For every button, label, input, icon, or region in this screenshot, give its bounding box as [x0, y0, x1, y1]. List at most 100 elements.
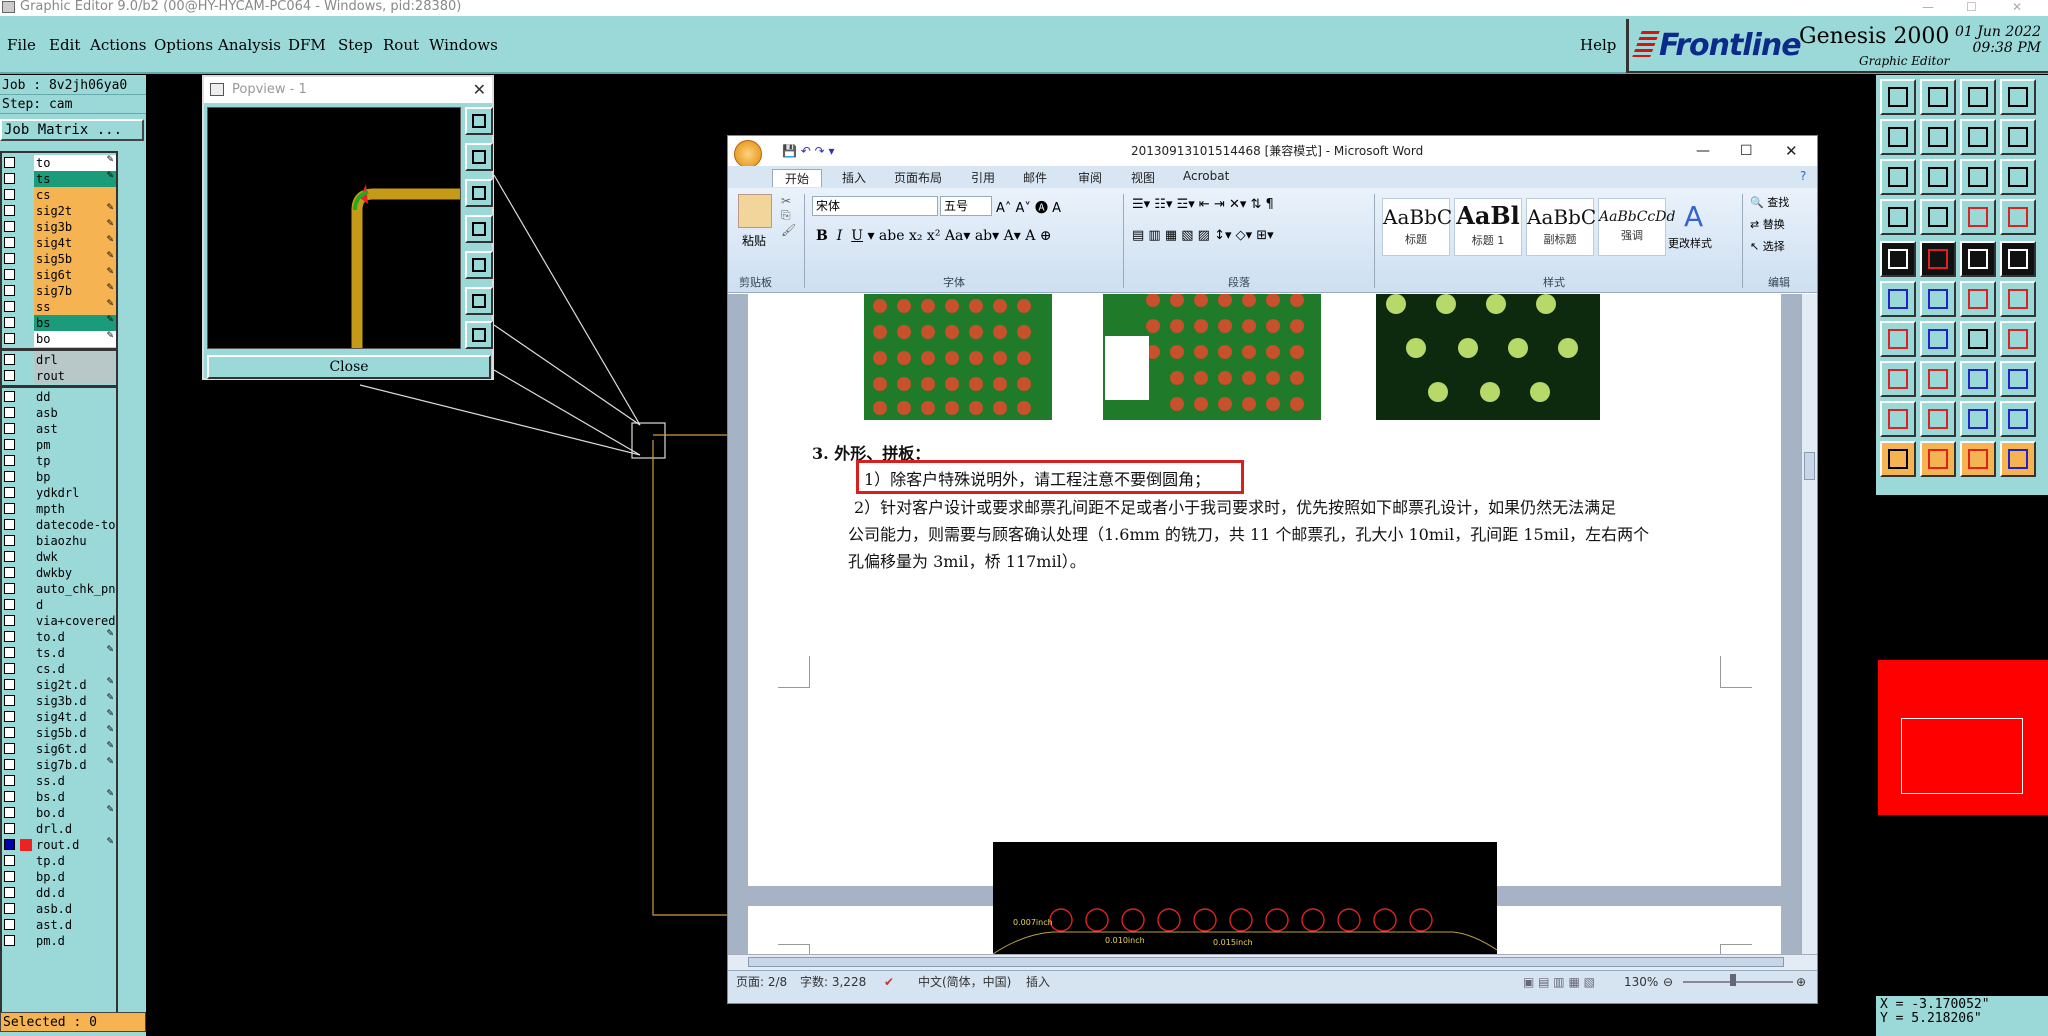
tool-35[interactable] [1960, 401, 1996, 437]
tool-12[interactable] [2000, 159, 2036, 195]
zoom-level[interactable]: 130% [1624, 971, 1658, 993]
tool-2[interactable] [1920, 79, 1956, 115]
tool-21[interactable] [1880, 281, 1916, 317]
tool-29[interactable] [1880, 361, 1916, 397]
tool-22[interactable] [1920, 281, 1956, 317]
tab-insert[interactable]: 插入 [842, 169, 866, 186]
tool-7[interactable] [1960, 119, 1996, 155]
help-icon[interactable]: ? [1800, 169, 1806, 183]
clipboard-icons[interactable]: ✂ ⎘ 🖌 [781, 194, 796, 237]
word-minimize-icon[interactable]: — [1696, 136, 1710, 166]
change-styles-label[interactable]: 更改样式 [1668, 235, 1712, 251]
status-language[interactable]: 中文(简体，中国) [918, 971, 1011, 993]
select-button[interactable]: ↖ 选择 [1750, 238, 1785, 254]
word-close-icon[interactable]: ✕ [1785, 136, 1798, 166]
change-styles-icon[interactable]: A [1684, 200, 1703, 233]
horizontal-scrollbar[interactable] [728, 954, 1817, 970]
word-title-bar[interactable]: 💾 ↶ ↷ ▾ 20130913101514468 [兼容模式] - Micro… [728, 136, 1817, 168]
zoom-slider[interactable] [1683, 981, 1793, 983]
overview-viewport[interactable] [1901, 718, 2023, 794]
tool-33[interactable] [1880, 401, 1916, 437]
tool-15[interactable] [1960, 199, 1996, 235]
popview-tool-3[interactable] [465, 179, 493, 207]
zoom-out-icon[interactable]: ⊖ [1663, 971, 1673, 993]
word-maximize-icon[interactable]: ☐ [1740, 136, 1753, 166]
style-heading-1[interactable]: AaBl 标题 1 [1454, 198, 1522, 256]
tool-25[interactable] [1880, 321, 1916, 357]
tab-acrobat[interactable]: Acrobat [1183, 169, 1229, 183]
tab-page-layout[interactable]: 页面布局 [894, 169, 942, 186]
style-emphasis[interactable]: AaBbCcDd 强调 [1598, 198, 1675, 256]
popview-canvas[interactable] [207, 107, 461, 349]
paste-label[interactable]: 粘贴 [742, 232, 766, 249]
popview-tool-6[interactable] [465, 287, 493, 315]
tool-20[interactable] [2000, 241, 2036, 277]
tool-8[interactable] [2000, 119, 2036, 155]
view-mode-icons[interactable]: ▣ ▤ ▥ ▦ ▧ [1523, 971, 1595, 993]
tool-4[interactable] [2000, 79, 2036, 115]
tool-13[interactable] [1880, 199, 1916, 235]
tool-9[interactable] [1880, 159, 1916, 195]
style-subtitle[interactable]: AaBbC 副标题 [1526, 198, 1596, 256]
font-size-select[interactable]: 五号 [940, 196, 992, 216]
overview-map[interactable] [1878, 660, 2048, 815]
select-arrow-tool-4[interactable] [2000, 441, 2036, 477]
status-insert-mode[interactable]: 插入 [1026, 971, 1050, 993]
office-button[interactable] [734, 140, 762, 168]
tool-30[interactable] [1920, 361, 1956, 397]
vertical-scrollbar[interactable] [1801, 294, 1817, 954]
status-words[interactable]: 字数: 3,228 [800, 971, 866, 993]
status-page[interactable]: 页面: 2/8 [736, 971, 787, 993]
tool-26[interactable] [1920, 321, 1956, 357]
tab-view[interactable]: 视图 [1131, 169, 1155, 186]
popview-tool-2[interactable] [465, 143, 493, 171]
tool-6[interactable] [1920, 119, 1956, 155]
tab-references[interactable]: 引用 [971, 169, 995, 186]
popview-tool-4[interactable] [465, 215, 493, 243]
horizontal-scroll-thumb[interactable] [748, 957, 1784, 967]
tab-mailings[interactable]: 邮件 [1023, 169, 1047, 186]
tab-review[interactable]: 审阅 [1078, 169, 1102, 186]
tool-10[interactable] [1920, 159, 1956, 195]
tool-24[interactable] [2000, 281, 2036, 317]
tool-11[interactable] [1960, 159, 1996, 195]
proofing-icon[interactable]: ✔ [884, 971, 894, 993]
replace-button[interactable]: ⇄ 替换 [1750, 216, 1785, 232]
font-name-select[interactable]: 宋体 [812, 196, 938, 216]
font-format-icons[interactable]: B I U ▾ abe x₂ x² Aa▾ ab▾ A▾ A ⊕ [816, 228, 1052, 244]
popview-title-bar[interactable]: Popview - 1 ✕ [204, 77, 492, 103]
paragraph-align-icons[interactable]: ▤ ▥ ▦ ▧ ▨ ↕▾ ◇▾ ⊞▾ [1132, 228, 1274, 243]
tool-1[interactable] [1880, 79, 1916, 115]
paragraph-list-icons[interactable]: ☰▾ ☷▾ ☲▾ ⇤ ⇥ ✕▾ ⇅ ¶ [1132, 197, 1274, 212]
tool-16[interactable] [2000, 199, 2036, 235]
zoom-in-icon[interactable]: ⊕ [1796, 971, 1806, 993]
tool-31[interactable] [1960, 361, 1996, 397]
popview-tool-7[interactable] [465, 321, 493, 349]
popview-tool-5[interactable] [465, 251, 493, 279]
tool-34[interactable] [1920, 401, 1956, 437]
popview-tool-1[interactable] [465, 107, 493, 135]
tool-3[interactable] [1960, 79, 1996, 115]
tab-home[interactable]: 开始 [772, 169, 823, 187]
zoom-slider-thumb[interactable] [1730, 974, 1736, 986]
popview-close-icon[interactable]: ✕ [473, 77, 486, 103]
tool-28[interactable] [2000, 321, 2036, 357]
tool-36[interactable] [2000, 401, 2036, 437]
select-arrow-tool-2[interactable] [1920, 441, 1956, 477]
tool-19[interactable] [1960, 241, 1996, 277]
tool-18[interactable] [1920, 241, 1956, 277]
select-arrow-tool[interactable] [1880, 441, 1916, 477]
find-button[interactable]: 🔍 查找 [1750, 194, 1789, 210]
quick-access-icons[interactable]: 💾 ↶ ↷ ▾ [782, 136, 835, 166]
paste-icon[interactable] [738, 194, 772, 228]
popview-close-button[interactable]: Close [207, 355, 491, 379]
tool-17[interactable] [1880, 241, 1916, 277]
vertical-scroll-thumb[interactable] [1804, 452, 1815, 480]
tool-23[interactable] [1960, 281, 1996, 317]
select-arrow-tool-3[interactable] [1960, 441, 1996, 477]
tool-27[interactable] [1960, 321, 1996, 357]
style-title[interactable]: AaBbC 标题 [1382, 198, 1452, 256]
tool-14[interactable] [1920, 199, 1956, 235]
font-grow-shrink-icons[interactable]: A˄ A˅ 🅐 A [996, 197, 1061, 216]
tool-5[interactable] [1880, 119, 1916, 155]
